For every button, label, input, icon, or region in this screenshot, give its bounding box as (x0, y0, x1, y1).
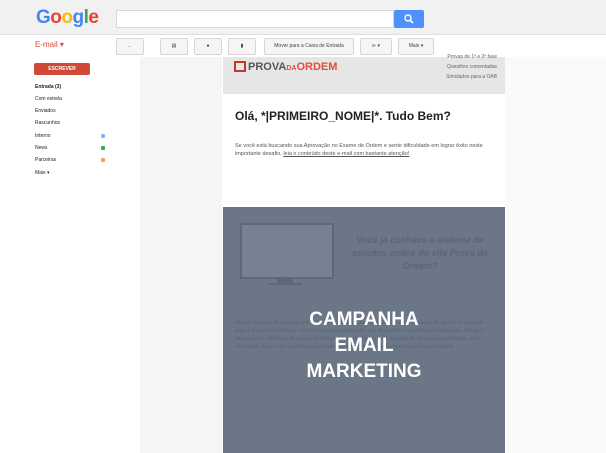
search-input[interactable] (116, 10, 394, 28)
campaign-overlay-title: CAMPANHA EMAIL MARKETING (223, 307, 505, 385)
logo-letter: g (72, 7, 85, 28)
overlay-line: CAMPANHA (309, 309, 419, 330)
overlay-line: EMAIL (334, 335, 394, 356)
delete-button[interactable]: ▮ (228, 38, 256, 55)
label-color-dot (101, 158, 105, 162)
spam-button[interactable]: ● (194, 38, 222, 55)
search-icon (404, 14, 414, 24)
prova-da-ordem-logo: PROVADAORDEM (234, 61, 337, 73)
mail-menu[interactable]: E-mail ▾ (35, 40, 64, 49)
intro-paragraph: Se você está buscando sua Aprovação no E… (235, 143, 483, 157)
promo-section: Você já conhece o sistema de estudos onl… (223, 207, 505, 453)
toolbar: E-mail ▾ ← ▤ ● ▮ Mover para a Caixa de E… (0, 35, 606, 57)
monitor-base (268, 283, 302, 285)
sidebar-item-more[interactable]: Mais ▾ (35, 170, 49, 176)
archive-button[interactable]: ▤ (160, 38, 188, 55)
more-button[interactable]: Mais ▾ (398, 38, 434, 55)
top-bar: Google (0, 0, 606, 35)
banner-line: Provas de 1ª e 2ª fase (447, 54, 497, 60)
left-margin (140, 57, 222, 453)
move-to-inbox-button[interactable]: Mover para a Caixa de Entrada (264, 38, 354, 55)
overlay-line: MARKETING (306, 361, 422, 382)
banner-line: Simulados para a OAB (446, 74, 497, 80)
greeting-heading: Olá, *|PRIMEIRO_NOME|*. Tudo Bem? (235, 109, 451, 123)
back-button[interactable]: ← (116, 38, 144, 55)
sidebar: ESCREVER Entrada (3) Com estrela Enviado… (0, 57, 110, 453)
intro-link[interactable]: leia o conteúdo deste e-mail com bastant… (283, 151, 409, 157)
sidebar-item-inbox[interactable]: Entrada (3) (35, 84, 61, 90)
label-color-dot (101, 134, 105, 138)
sidebar-item-interno[interactable]: Interno (35, 133, 51, 139)
labels-button[interactable]: ⊳ ▾ (360, 38, 392, 55)
compose-button[interactable]: ESCREVER (34, 63, 90, 75)
google-logo[interactable]: Google (36, 7, 99, 29)
sidebar-item-drafts[interactable]: Rascunhos (35, 120, 60, 126)
sidebar-item-starred[interactable]: Com estrela (35, 96, 62, 102)
logo-letter: G (36, 7, 51, 28)
sidebar-item-sent[interactable]: Enviados (35, 108, 56, 114)
right-margin (505, 57, 606, 453)
checkbox-icon (234, 61, 246, 72)
logo-letter: o (50, 7, 62, 28)
banner-line: Questões comentadas (446, 64, 497, 70)
email-body: PROVADAORDEM Provas de 1ª e 2ª fase Ques… (223, 54, 505, 453)
monitor-icon (240, 223, 334, 279)
sidebar-item-news[interactable]: News (35, 145, 48, 151)
logo-letter: e (88, 7, 99, 28)
email-header-banner: PROVADAORDEM Provas de 1ª e 2ª fase Ques… (223, 54, 505, 94)
label-color-dot (101, 146, 105, 150)
search-button[interactable] (394, 10, 424, 28)
sidebar-item-parceiras[interactable]: Parceiras (35, 157, 56, 163)
logo-letter: o (61, 7, 73, 28)
promo-title: Você já conhece o sistema de estudos onl… (352, 235, 488, 271)
